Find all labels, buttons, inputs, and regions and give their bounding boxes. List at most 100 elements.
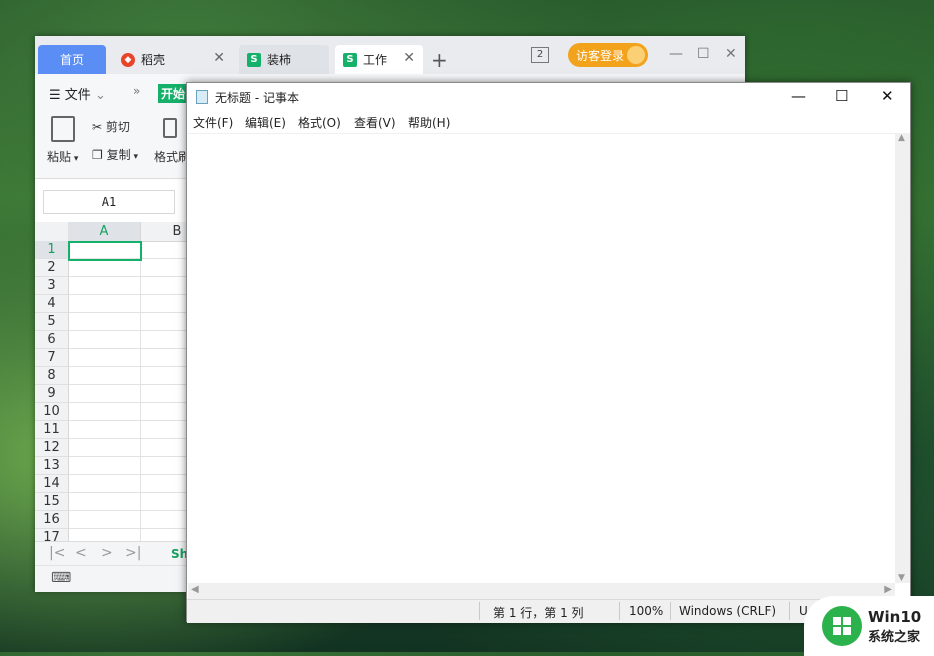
row-header[interactable]: 10: [35, 403, 69, 421]
grid-cell[interactable]: [69, 313, 141, 331]
menu-file-label: 文件: [64, 88, 91, 103]
select-all-corner[interactable]: [35, 222, 69, 242]
row-header[interactable]: 6: [35, 331, 69, 349]
scroll-right-icon[interactable]: ▶: [884, 584, 892, 595]
copy-button[interactable]: ❐ 复制 ▾: [92, 146, 138, 163]
scroll-up-icon[interactable]: ▲: [898, 133, 905, 143]
status-divider: [670, 602, 671, 620]
row-header[interactable]: 5: [35, 313, 69, 331]
tab-count-badge[interactable]: 2: [531, 47, 549, 63]
column-header-a[interactable]: A: [68, 222, 141, 243]
row-header[interactable]: 16: [35, 511, 69, 529]
close-icon[interactable]: ✕: [403, 50, 415, 66]
line-ending: Windows (CRLF): [679, 604, 777, 618]
row-header[interactable]: 9: [35, 385, 69, 403]
grid-cell[interactable]: [69, 349, 141, 367]
cut-button[interactable]: ✂ 剪切: [92, 118, 130, 135]
grid-cell[interactable]: [69, 295, 141, 313]
format-painter-icon[interactable]: [163, 118, 177, 138]
watermark: Win10 系统之家: [804, 596, 934, 656]
maximize-icon[interactable]: ☐: [835, 87, 848, 105]
daoke-icon: ◆: [121, 52, 135, 67]
row-header[interactable]: 2: [35, 259, 69, 277]
grid-cell[interactable]: [69, 457, 141, 475]
row-header[interactable]: 1: [35, 241, 69, 259]
text-editor-area[interactable]: [188, 133, 895, 584]
notepad-menu-bar: 文件(F) 编辑(E) 格式(O) 查看(V) 帮助(H): [187, 111, 910, 133]
chevron-down-icon: ⌄: [90, 88, 106, 103]
grid-cell[interactable]: [69, 475, 141, 493]
scroll-down-icon[interactable]: ▼: [898, 573, 905, 583]
row-header[interactable]: 14: [35, 475, 69, 493]
next-sheet-icon[interactable]: >: [101, 545, 113, 561]
guest-login-button[interactable]: 访客登录: [568, 43, 648, 67]
grid-cell[interactable]: [69, 259, 141, 277]
close-icon[interactable]: ✕: [213, 50, 225, 66]
grid-cell[interactable]: [69, 439, 141, 457]
watermark-subtitle: 系统之家: [868, 630, 921, 645]
row-header[interactable]: 8: [35, 367, 69, 385]
paste-label: 粘贴: [47, 150, 72, 164]
spreadsheet-icon: S: [247, 52, 261, 67]
tab-home-label: 首页: [59, 53, 84, 67]
format-painter-button[interactable]: 格式刷: [154, 148, 190, 165]
grid-cell[interactable]: [69, 277, 141, 295]
grid-cell[interactable]: [69, 511, 141, 529]
tab-zhuang-label: 装柿: [267, 53, 292, 67]
minimize-icon[interactable]: —: [669, 46, 683, 62]
vertical-scrollbar[interactable]: ▲ ▼: [895, 133, 910, 583]
first-sheet-icon[interactable]: |<: [49, 545, 65, 561]
grid-cell[interactable]: [69, 367, 141, 385]
horizontal-scrollbar[interactable]: ◀ ▶: [188, 583, 895, 599]
tab-work[interactable]: S 工作 ✕: [335, 45, 423, 74]
tab-work-label: 工作: [363, 53, 388, 67]
minimize-icon[interactable]: —: [791, 87, 806, 105]
menu-more[interactable]: »: [133, 84, 140, 98]
row-header[interactable]: 15: [35, 493, 69, 511]
prev-sheet-icon[interactable]: <: [75, 545, 87, 561]
paste-button[interactable]: 粘贴 ▾: [47, 148, 78, 165]
status-divider: [479, 602, 480, 620]
close-icon[interactable]: ✕: [881, 87, 894, 105]
status-divider: [619, 602, 620, 620]
cursor-position: 第 1 行，第 1 列: [493, 606, 584, 620]
active-cell[interactable]: [68, 241, 142, 261]
tab-home[interactable]: 首页: [38, 45, 106, 74]
row-header[interactable]: 13: [35, 457, 69, 475]
tab-zhuang[interactable]: S 装柿: [239, 45, 329, 74]
spreadsheet-icon: S: [343, 52, 357, 67]
row-header[interactable]: 3: [35, 277, 69, 295]
menu-help[interactable]: 帮助(H): [408, 114, 450, 131]
row-header[interactable]: 4: [35, 295, 69, 313]
menu-view[interactable]: 查看(V): [354, 114, 396, 131]
hamburger-icon: ☰: [49, 88, 65, 103]
wps-tab-bar: 首页 ◆ 稻壳 ✕ S 装柿 S 工作 ✕ + 2 访客登录 — ☐ ✕: [35, 36, 745, 74]
grid-cell[interactable]: [69, 385, 141, 403]
row-header[interactable]: 11: [35, 421, 69, 439]
grid-cell[interactable]: [69, 493, 141, 511]
scroll-left-icon[interactable]: ◀: [191, 584, 199, 595]
paste-icon[interactable]: [51, 116, 75, 142]
row-header[interactable]: 7: [35, 349, 69, 367]
menu-edit[interactable]: 编辑(E): [245, 114, 286, 131]
menu-format[interactable]: 格式(O): [298, 114, 341, 131]
name-box[interactable]: A1: [43, 190, 175, 214]
tab-daoke[interactable]: ◆ 稻壳 ✕: [111, 45, 233, 74]
row-header[interactable]: 12: [35, 439, 69, 457]
grid-cell[interactable]: [69, 331, 141, 349]
menu-file[interactable]: 文件(F): [193, 114, 233, 131]
guest-login-label: 访客登录: [576, 48, 625, 63]
macro-icon[interactable]: ⌨: [51, 570, 71, 586]
menu-start[interactable]: 开始: [158, 84, 189, 103]
close-window-icon[interactable]: ✕: [725, 46, 737, 62]
last-sheet-icon[interactable]: >|: [125, 545, 141, 561]
grid-cell[interactable]: [69, 403, 141, 421]
maximize-icon[interactable]: ☐: [697, 46, 710, 62]
notepad-status-bar: 第 1 行，第 1 列 100% Windows (CRLF) U: [187, 599, 910, 623]
notepad-icon: [196, 90, 208, 104]
add-tab-button[interactable]: +: [431, 48, 448, 72]
notepad-title: 无标题 - 记事本: [215, 91, 299, 105]
grid-cell[interactable]: [69, 421, 141, 439]
menu-file[interactable]: ☰ 文件 ⌄: [49, 84, 106, 103]
avatar-icon: [627, 46, 645, 64]
